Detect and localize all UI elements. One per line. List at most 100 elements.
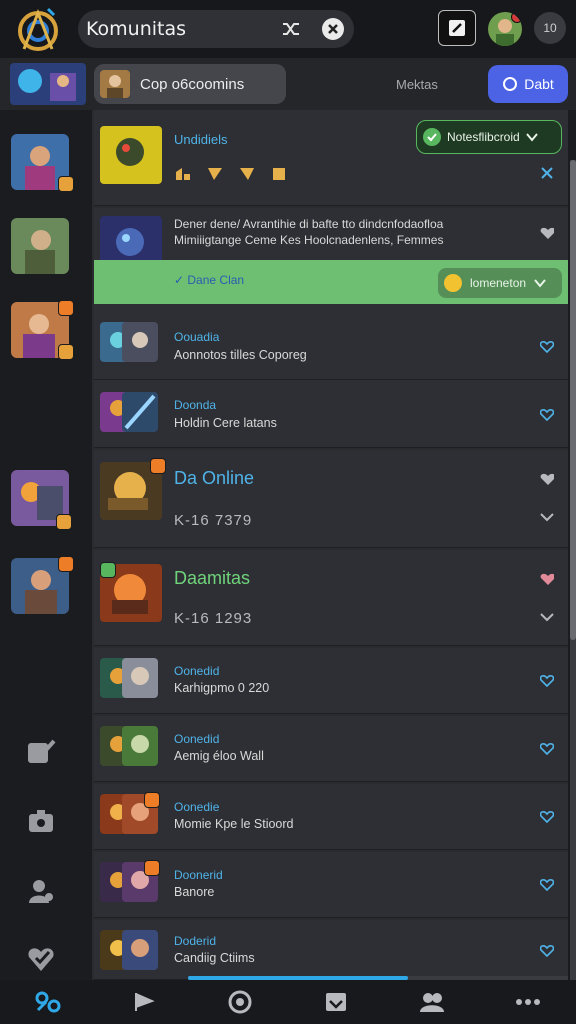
chevron-down-icon	[534, 279, 546, 288]
notification-dot	[511, 12, 522, 23]
group-selector[interactable]: Cop o6coomins	[94, 64, 286, 104]
chevron-down-icon[interactable]	[540, 512, 554, 526]
item-thumbnail	[100, 126, 162, 184]
heart-outline-icon[interactable]	[540, 944, 554, 958]
check-circle-icon	[423, 128, 441, 146]
reaction-selector[interactable]: lomeneton	[438, 268, 562, 298]
flag-icon[interactable]	[124, 982, 164, 1022]
smile-icon	[444, 274, 462, 292]
reaction-icons	[174, 166, 288, 182]
item-description: Dener dene/ Avrantihie di bafte tto dind…	[174, 217, 444, 247]
item-subtitle: K-16 7379	[174, 512, 253, 529]
expand-icon[interactable]	[540, 166, 554, 180]
verified-status-pill[interactable]: Notesflibcroid	[416, 120, 562, 154]
community-icon[interactable]	[28, 982, 68, 1022]
action-button-label: Dabt	[524, 76, 554, 92]
item-thumbnail	[122, 658, 158, 698]
item-title: Oonedid	[174, 664, 220, 678]
item-subtitle: Aonnotos tilles Coporeg	[174, 348, 307, 362]
item-subtitle: Holdin Cere latans	[174, 416, 277, 430]
item-title: Doonda	[174, 398, 217, 412]
rail-badge	[58, 300, 74, 316]
item-subtitle: Aemig éloo Wall	[174, 749, 264, 763]
shuffle-icon[interactable]	[280, 18, 302, 40]
scrollbar[interactable]	[570, 160, 576, 980]
group-bar: Cop o6coomins Mektas Dabt	[0, 58, 576, 110]
page-title: Komunitas	[86, 18, 187, 40]
bottom-nav	[0, 980, 576, 1024]
list-item[interactable]: Da Online K-16 7379	[94, 450, 568, 548]
item-subtitle: Karhigpmo 0 220	[174, 681, 270, 695]
item-badge	[144, 792, 160, 808]
item-thumbnail	[122, 392, 158, 432]
list-item[interactable]: Doonda Holdin Cere latans	[94, 382, 568, 448]
rail-badge	[58, 176, 74, 192]
heart-check-icon[interactable]	[24, 942, 58, 976]
chevron-down-icon[interactable]	[540, 612, 554, 626]
item-title: Undidiels	[174, 132, 228, 147]
rail-badge	[58, 344, 74, 360]
joined-banner[interactable]: ✓ Dane Clan lomeneton	[94, 260, 568, 304]
compose-icon	[449, 20, 465, 36]
heart-icon[interactable]	[540, 472, 554, 486]
joined-label: ✓ Dane Clan	[174, 273, 245, 287]
group-avatar	[100, 70, 130, 98]
compose-button[interactable]	[438, 10, 476, 46]
heart-outline-icon[interactable]	[540, 674, 554, 688]
more-icon[interactable]	[508, 982, 548, 1022]
heart-outline-icon[interactable]	[540, 742, 554, 756]
refresh-icon	[503, 77, 518, 91]
heart-outline-icon[interactable]	[540, 810, 554, 824]
heart-outline-icon[interactable]	[540, 878, 554, 892]
user-settings-icon[interactable]	[24, 874, 58, 908]
rail-badge	[58, 556, 74, 572]
inbox-icon[interactable]	[316, 982, 356, 1022]
close-icon[interactable]	[322, 18, 344, 40]
rail-badge	[56, 514, 72, 530]
list-item[interactable]: Undidiels Notesflibcroid	[94, 110, 568, 206]
item-badge	[150, 458, 166, 474]
reaction-icon	[240, 168, 254, 180]
heart-icon[interactable]	[540, 572, 554, 586]
circle-icon[interactable]	[220, 982, 260, 1022]
item-subtitle: K-16 1293	[174, 610, 253, 627]
rail-avatar-2[interactable]	[11, 218, 69, 274]
item-title: Doonerid	[174, 868, 223, 882]
avatar[interactable]	[488, 12, 522, 46]
list-item[interactable]: Oonedid Aemig éloo Wall	[94, 716, 568, 782]
item-thumbnail	[122, 726, 158, 766]
channel-list: Undidiels Notesflibcroid Dener dene/ Avr…	[92, 110, 568, 980]
heart-icon[interactable]	[540, 226, 554, 240]
left-rail	[0, 110, 92, 980]
item-badge	[100, 562, 116, 578]
list-item[interactable]: Oonedid Karhigpmo 0 220	[94, 648, 568, 714]
item-subtitle: Banore	[174, 885, 215, 899]
list-item[interactable]: Oonedie Momie Kpe le Stioord	[94, 784, 568, 850]
checklist-icon[interactable]	[24, 734, 58, 768]
community-title-pill[interactable]: Komunitas	[78, 10, 354, 48]
action-button[interactable]: Dabt	[488, 65, 568, 103]
heart-outline-icon[interactable]	[540, 340, 554, 354]
group-label: Cop o6coomins	[140, 75, 245, 93]
item-title: Oonedie	[174, 800, 220, 814]
people-icon[interactable]	[412, 982, 452, 1022]
item-subtitle: Candiig Ctiims	[174, 951, 255, 965]
list-item[interactable]: Daamitas K-16 1293	[94, 550, 568, 646]
status-label: Mektas	[396, 77, 438, 92]
camera-icon[interactable]	[24, 804, 58, 838]
verified-status-label: Notesflibcroid	[447, 130, 520, 144]
reaction-icon	[176, 168, 190, 180]
list-item[interactable]: Oouadia Aonnotos tilles Coporeg	[94, 314, 568, 380]
app-logo[interactable]	[14, 5, 62, 55]
group-banner-thumbnail[interactable]	[10, 63, 86, 105]
item-title: Oouadia	[174, 330, 220, 344]
reaction-icon	[273, 168, 285, 180]
item-title: Doderid	[174, 934, 217, 948]
heart-outline-icon[interactable]	[540, 408, 554, 422]
item-badge	[144, 860, 160, 876]
scroll-thumb[interactable]	[570, 160, 576, 640]
reaction-icon	[208, 168, 222, 180]
list-item[interactable]: Doderid Candiig Ctiims	[94, 920, 568, 980]
list-item[interactable]: Doonerid Banore	[94, 852, 568, 918]
notification-count-badge[interactable]: 10	[534, 12, 566, 44]
